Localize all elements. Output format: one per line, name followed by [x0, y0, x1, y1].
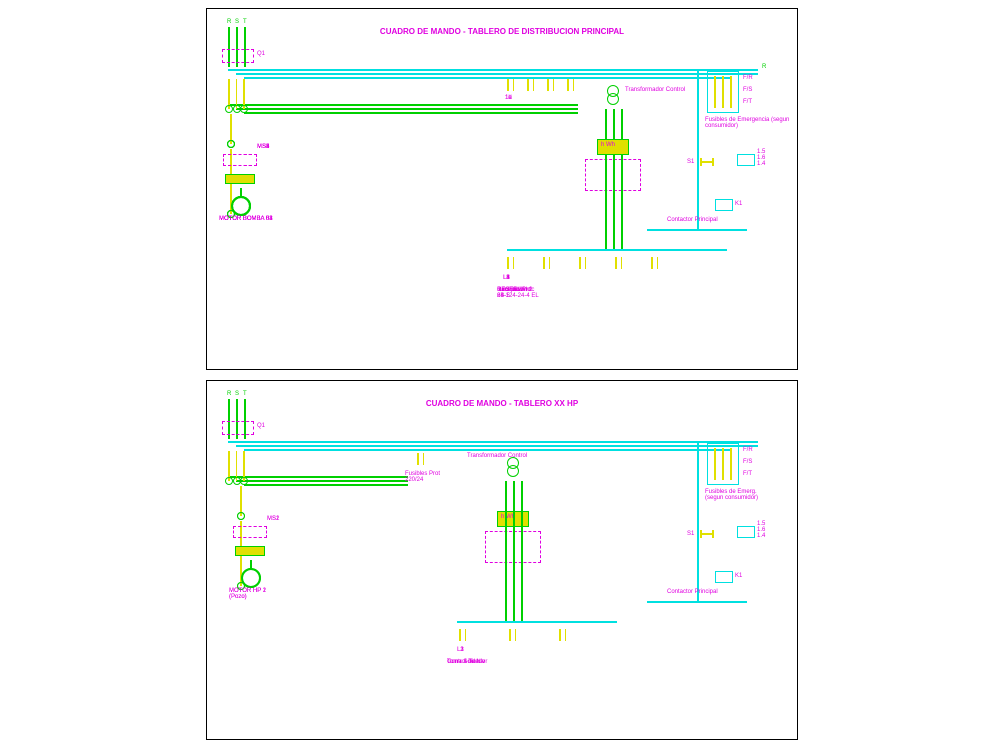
- start-button-label: S1: [687, 159, 694, 165]
- aux-contact-labels: 1.5 1.6 1.4: [757, 149, 765, 167]
- fuse-s: F/S: [743, 87, 752, 93]
- main-breaker-label: Q1: [257, 423, 265, 429]
- k1-coil: [715, 199, 733, 211]
- phase-t: T: [243, 19, 247, 25]
- panel-title: CUADRO DE MANDO - TABLERO DE DISTRIBUCIO…: [380, 27, 624, 36]
- relay-coil: [737, 154, 755, 166]
- fuse-r: F/R: [743, 75, 753, 81]
- main-breaker-label: Q1: [257, 51, 265, 57]
- phase-t: T: [243, 391, 247, 397]
- diagram-panel-1: CUADRO DE MANDO - TABLERO DE DISTRIBUCIO…: [206, 8, 798, 370]
- meter-label: h Wh: [601, 142, 615, 148]
- k1-label: K1: [735, 201, 742, 207]
- fuse-box: [707, 71, 739, 113]
- fuse-note: Fusibles de Emergencia (segun consumidor…: [705, 117, 795, 129]
- main-contactor-label: Contactor Principal: [667, 217, 718, 223]
- diagram-panel-2: CUADRO DE MANDO - TABLERO XX HP R S T Q1…: [206, 380, 798, 740]
- transformer-note: Transformador Control: [625, 87, 685, 93]
- start-contact: [701, 161, 713, 163]
- phase-s: S: [235, 391, 239, 397]
- transformer-note: Transformador Control: [467, 453, 527, 459]
- panel-title: CUADRO DE MANDO - TABLERO XX HP: [426, 399, 578, 408]
- phase-s: S: [235, 19, 239, 25]
- phase-r: R: [227, 19, 231, 25]
- bus-node-r: R: [762, 64, 766, 70]
- phase-r: R: [227, 391, 231, 397]
- fuse-t: F/T: [743, 99, 752, 105]
